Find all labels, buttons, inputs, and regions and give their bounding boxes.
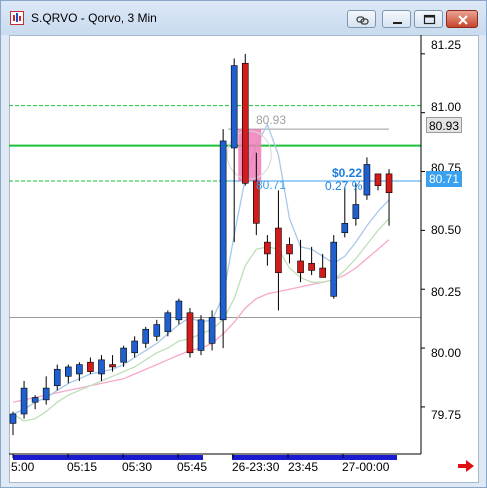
price-tick-81-00: 81.00 — [431, 100, 462, 114]
highlight-rect — [238, 129, 262, 181]
candle-body-7 — [87, 361, 94, 372]
change-amount-label: $0.22 — [332, 166, 363, 180]
candle-body-2 — [31, 397, 39, 403]
price-tick-80-25: 80.25 — [431, 285, 462, 299]
candle-body-34 — [385, 173, 393, 194]
candle-body-11 — [131, 340, 138, 354]
time-tick-3: 05:30 — [122, 460, 153, 474]
change-percent-label: 0.27 % — [325, 179, 363, 193]
candle-body-30 — [341, 223, 349, 234]
candle-body-14 — [164, 312, 172, 332]
candle-body-17 — [197, 319, 205, 351]
price-tick-79-75: 79.75 — [431, 408, 462, 422]
axis-tick-marks — [12, 53, 425, 458]
scroll-right-arrow-icon[interactable] — [457, 459, 475, 473]
candle-body-26 — [297, 260, 304, 274]
upper-ref-label: 80.93 — [256, 113, 287, 127]
candle-body-16 — [186, 312, 194, 354]
price-tick-80-00: 80.00 — [431, 346, 462, 360]
price-chart[interactable] — [0, 0, 487, 488]
candle-body-18 — [208, 317, 216, 344]
candle-body-6 — [76, 364, 83, 375]
candle-body-25 — [286, 244, 293, 255]
candle-body-29 — [330, 241, 338, 297]
time-tick-5: 26-23:30 — [232, 460, 280, 474]
candle-body-27 — [308, 263, 315, 271]
candle-body-10 — [120, 347, 127, 363]
candle-body-3 — [42, 387, 50, 401]
candle-body-12 — [142, 328, 150, 344]
timeline-bar-1 — [13, 455, 203, 460]
time-tick-7: 27-00:00 — [342, 460, 390, 474]
current-price-badge: 80.71 — [426, 171, 462, 187]
candle-body-21 — [241, 62, 249, 184]
candle-body-9 — [109, 364, 116, 368]
candle-body-1 — [20, 387, 28, 415]
candle-body-15 — [175, 300, 183, 321]
price-tick-80-50: 80.50 — [431, 223, 462, 237]
reference-price-badge: 80.93 — [426, 117, 462, 133]
time-tick-1: 5:00 — [11, 460, 35, 474]
horizontal-levels — [9, 105, 421, 318]
candle-body-4 — [53, 368, 61, 387]
candle-body-33 — [374, 173, 382, 186]
time-tick-2: 05:15 — [67, 460, 98, 474]
candle-body-19 — [219, 140, 227, 321]
candle-body-32 — [363, 164, 371, 196]
candle-body-28 — [319, 267, 326, 278]
time-tick-6: 23:45 — [288, 460, 319, 474]
candle-body-20 — [230, 65, 238, 149]
candle-body-5 — [65, 366, 72, 377]
candle-body-24 — [275, 227, 282, 274]
candle-body-31 — [352, 204, 360, 219]
lower-ref-label: 80.71 — [256, 178, 287, 192]
candle-body-0 — [9, 413, 17, 424]
time-tick-4: 05:45 — [177, 460, 208, 474]
candle-body-13 — [153, 324, 161, 337]
price-tick-81-25: 81.25 — [431, 38, 462, 52]
candle-body-23 — [264, 241, 271, 255]
candles — [9, 53, 393, 436]
candle-body-8 — [98, 359, 105, 375]
